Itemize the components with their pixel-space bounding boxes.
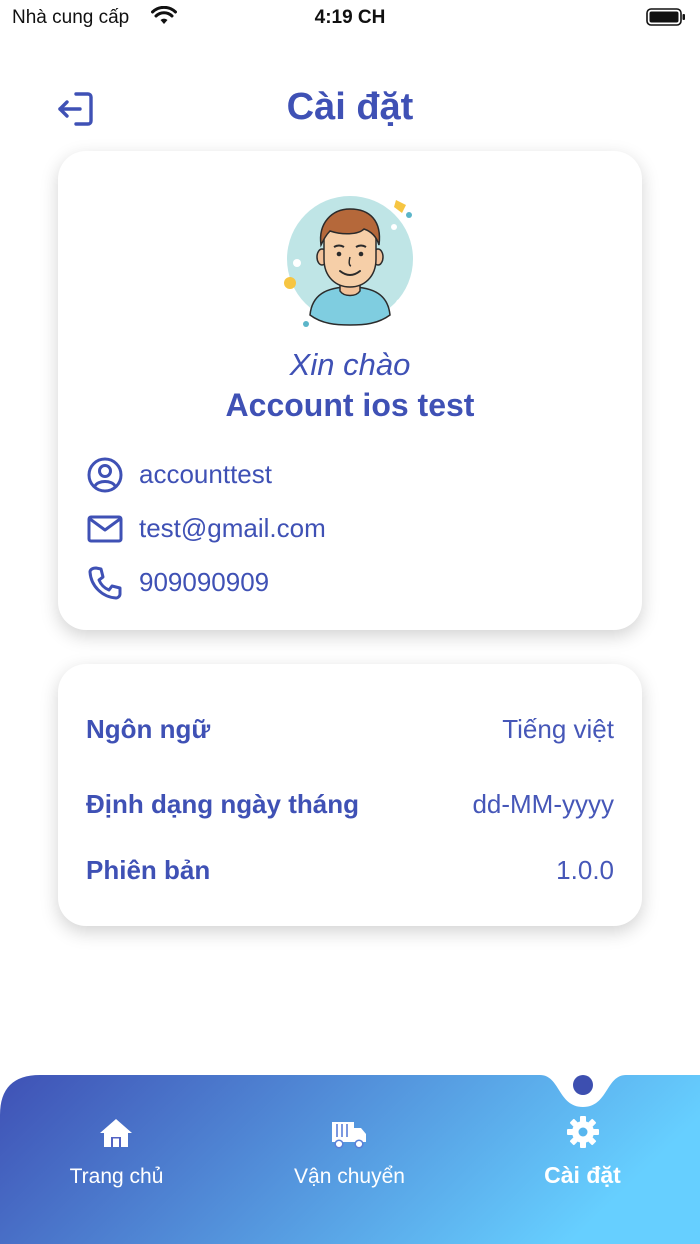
status-bar: Nhà cung cấp 4:19 CH xyxy=(0,0,700,36)
nav-shipping[interactable]: Vận chuyển xyxy=(233,1075,466,1244)
version-row: Phiên bản 1.0.0 xyxy=(86,849,614,889)
truck-icon xyxy=(332,1122,366,1149)
phone-icon xyxy=(88,566,122,600)
avatar xyxy=(284,196,413,327)
user-circle-icon xyxy=(87,457,123,493)
version-value: 1.0.0 xyxy=(556,855,614,885)
profile-card: Xin chào Account ios test accounttest te… xyxy=(58,151,642,630)
battery-icon xyxy=(646,8,685,26)
date-format-row[interactable]: Định dạng ngày tháng dd-MM-yyyy xyxy=(86,783,614,823)
language-value: Tiếng việt xyxy=(502,714,614,744)
nav-settings[interactable]: Cài đặt xyxy=(466,1075,699,1244)
nav-settings-label: Cài đặt xyxy=(544,1162,621,1188)
settings-card: Ngôn ngữ Tiếng việt Định dạng ngày tháng… xyxy=(58,664,642,926)
date-format-label: Định dạng ngày tháng xyxy=(86,789,359,819)
account-name: Account ios test xyxy=(225,387,475,423)
home-icon xyxy=(100,1119,132,1147)
email-value: test@gmail.com xyxy=(139,513,326,543)
nav-home[interactable]: Trang chủ xyxy=(0,1075,233,1244)
language-row[interactable]: Ngôn ngữ Tiếng việt xyxy=(86,708,614,748)
mail-icon xyxy=(87,515,123,543)
gear-icon xyxy=(567,1116,599,1148)
nav-home-label: Trang chủ xyxy=(69,1165,164,1188)
greeting-text: Xin chào xyxy=(289,347,411,382)
active-tab-indicator xyxy=(573,1075,593,1095)
version-label: Phiên bản xyxy=(86,855,211,885)
date-format-value: dd-MM-yyyy xyxy=(472,789,614,819)
page-title: Cài đặt xyxy=(286,86,414,128)
nav-shipping-label: Vận chuyển xyxy=(294,1165,405,1188)
phone-value: 909090909 xyxy=(139,567,270,597)
language-label: Ngôn ngữ xyxy=(86,714,211,744)
bottom-nav: Trang chủ Vận chuyển Cài đặt xyxy=(0,1075,700,1244)
username-value: accounttest xyxy=(139,459,272,489)
status-time: 4:19 CH xyxy=(314,7,386,28)
